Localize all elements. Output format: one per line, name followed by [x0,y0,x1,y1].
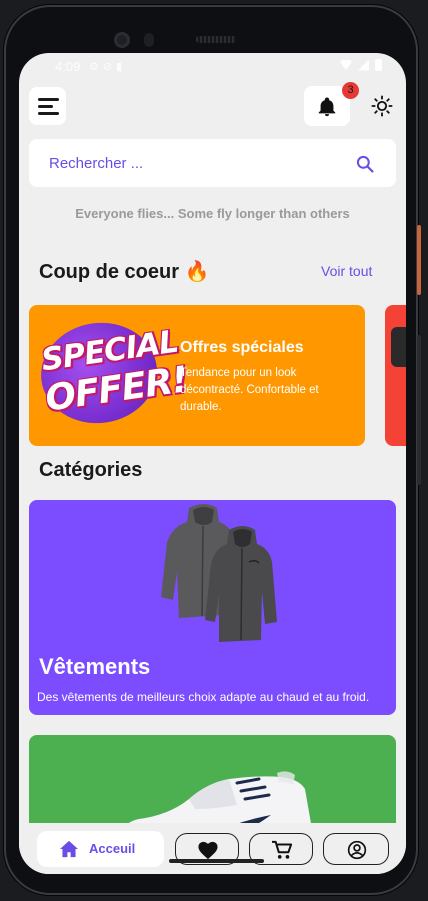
special-offer-graphic: SPECIAL OFFER! [34,315,190,435]
status-system-icons [340,59,382,71]
notifications-button[interactable]: 3 [304,82,359,126]
theme-toggle-sun-icon[interactable] [371,95,393,117]
account-icon [347,840,367,860]
power-button [417,225,421,295]
featured-title-text: Coup de coeur [39,261,180,283]
notification-badge: 3 [342,82,359,99]
nav-account-tab[interactable] [323,833,389,865]
signal-icon [358,59,369,71]
menu-line [38,104,53,108]
status-time: 4:09 [55,59,81,74]
next-offer-card[interactable] [385,305,406,446]
heart-icon [198,841,218,860]
category-card-clothing[interactable]: Vêtements Des vêtements de meilleurs cho… [29,500,396,715]
categories-section-title: Catégories [39,459,143,481]
battery-icon [375,59,382,71]
special-offer-card[interactable]: SPECIAL OFFER! Offres spéciales Tendance… [29,305,365,446]
home-icon [60,840,78,858]
fire-emoji: 🔥 [184,261,210,283]
category-name: Vêtements [39,654,151,679]
search-input[interactable] [29,139,339,187]
offer-title: Offres spéciales [180,339,304,356]
earpiece-speaker [196,36,236,43]
see-all-link[interactable]: Voir tout [321,263,372,279]
status-bar: 4:09 ⚙⊘▮ [19,53,406,81]
bell-icon [318,97,336,117]
cart-icon [272,840,293,859]
wifi-icon [340,60,352,70]
app-screen: 4:09 ⚙⊘▮ 3 Everyone fli [19,53,406,874]
search-icon[interactable] [355,154,375,174]
tagline: Everyone flies... Some fly longer than o… [75,206,350,221]
shirt-image [391,327,406,367]
featured-section-title: Coup de coeur 🔥 [39,259,209,284]
volume-button [417,335,421,485]
menu-line [38,97,59,101]
front-camera [114,32,130,48]
gesture-bar [169,859,264,863]
status-notification-icons: ⚙⊘▮ [89,61,127,73]
offer-description: Tendance pour un look décontracté. Confo… [180,367,319,413]
bottom-navigation: Acceuil [19,823,406,874]
jacket-image [161,504,277,642]
nav-home-tab[interactable]: Acceuil [37,831,164,867]
menu-line [38,111,59,115]
nav-home-label: Acceuil [89,841,136,856]
sensor [144,33,154,47]
category-description: Des vêtements de meilleurs choix adapte … [37,690,370,704]
search-bar [29,139,396,187]
menu-button[interactable] [29,87,66,125]
